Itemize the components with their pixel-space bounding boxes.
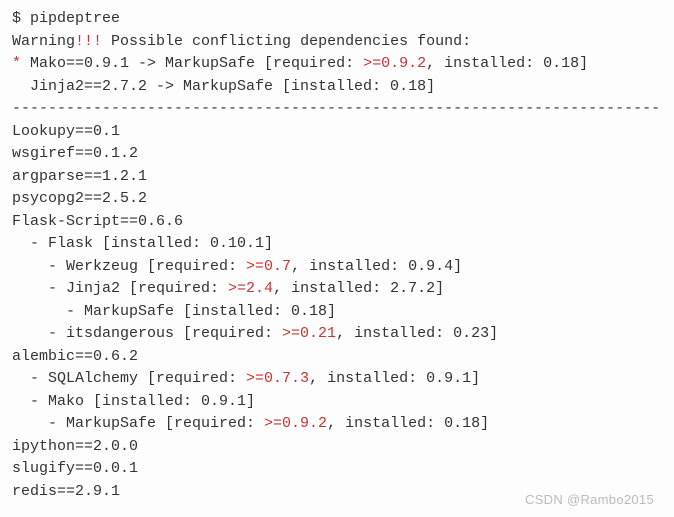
separator: ----------------------------------------… [12,98,662,121]
dep-line: Lookupy==0.1 [12,121,662,144]
dep-line: - Jinja2 [required: >=2.4, installed: 2.… [12,278,662,301]
conflict-line-1: * Mako==0.9.1 -> MarkupSafe [required: >… [12,53,662,76]
dep-text: - Werkzeug [required: [12,258,246,275]
version-req: >=0.9.2 [264,415,327,432]
dep-text: , installed: 0.23] [336,325,498,342]
dep-text: - MarkupSafe [required: [12,415,264,432]
version-req: >=2.4 [228,280,273,297]
warning-bang: !!! [75,33,102,50]
warning-text: Possible conflicting dependencies found: [102,33,471,50]
dep-line: - Mako [installed: 0.9.1] [12,391,662,414]
dep-line: - Flask [installed: 0.10.1] [12,233,662,256]
dep-line: - MarkupSafe [required: >=0.9.2, install… [12,413,662,436]
dep-text: , installed: 0.9.4] [291,258,462,275]
dep-line: slugify==0.0.1 [12,458,662,481]
warning-line: Warning!!! Possible conflicting dependen… [12,31,662,54]
dep-line: - itsdangerous [required: >=0.21, instal… [12,323,662,346]
dep-line: alembic==0.6.2 [12,346,662,369]
terminal-prompt-line: $ pipdeptree [12,8,662,31]
dep-text: , installed: 0.18] [327,415,489,432]
dep-line: wsgiref==0.1.2 [12,143,662,166]
dep-text: , installed: 0.9.1] [309,370,480,387]
conflict-text: Mako==0.9.1 -> MarkupSafe [required: [30,55,363,72]
dep-line: Flask-Script==0.6.6 [12,211,662,234]
conflict-marker: * [12,55,30,72]
dep-text: - Jinja2 [required: [12,280,228,297]
dep-line: - Werkzeug [required: >=0.7, installed: … [12,256,662,279]
dep-text: , installed: 2.7.2] [273,280,444,297]
command: pipdeptree [30,10,120,27]
prompt: $ [12,10,30,27]
dep-text: - SQLAlchemy [required: [12,370,246,387]
dep-line: - SQLAlchemy [required: >=0.7.3, install… [12,368,662,391]
version-req: >=0.9.2 [363,55,426,72]
dep-line: argparse==1.2.1 [12,166,662,189]
version-req: >=0.7.3 [246,370,309,387]
conflict-text: , installed: 0.18] [426,55,588,72]
version-req: >=0.21 [282,325,336,342]
dep-line: - MarkupSafe [installed: 0.18] [12,301,662,324]
conflict-line-2: Jinja2==2.7.2 -> MarkupSafe [installed: … [12,76,662,99]
dep-line: psycopg2==2.5.2 [12,188,662,211]
dep-text: - itsdangerous [required: [12,325,282,342]
warning-prefix: Warning [12,33,75,50]
dep-line: ipython==2.0.0 [12,436,662,459]
watermark: CSDN @Rambo2015 [525,490,654,510]
version-req: >=0.7 [246,258,291,275]
